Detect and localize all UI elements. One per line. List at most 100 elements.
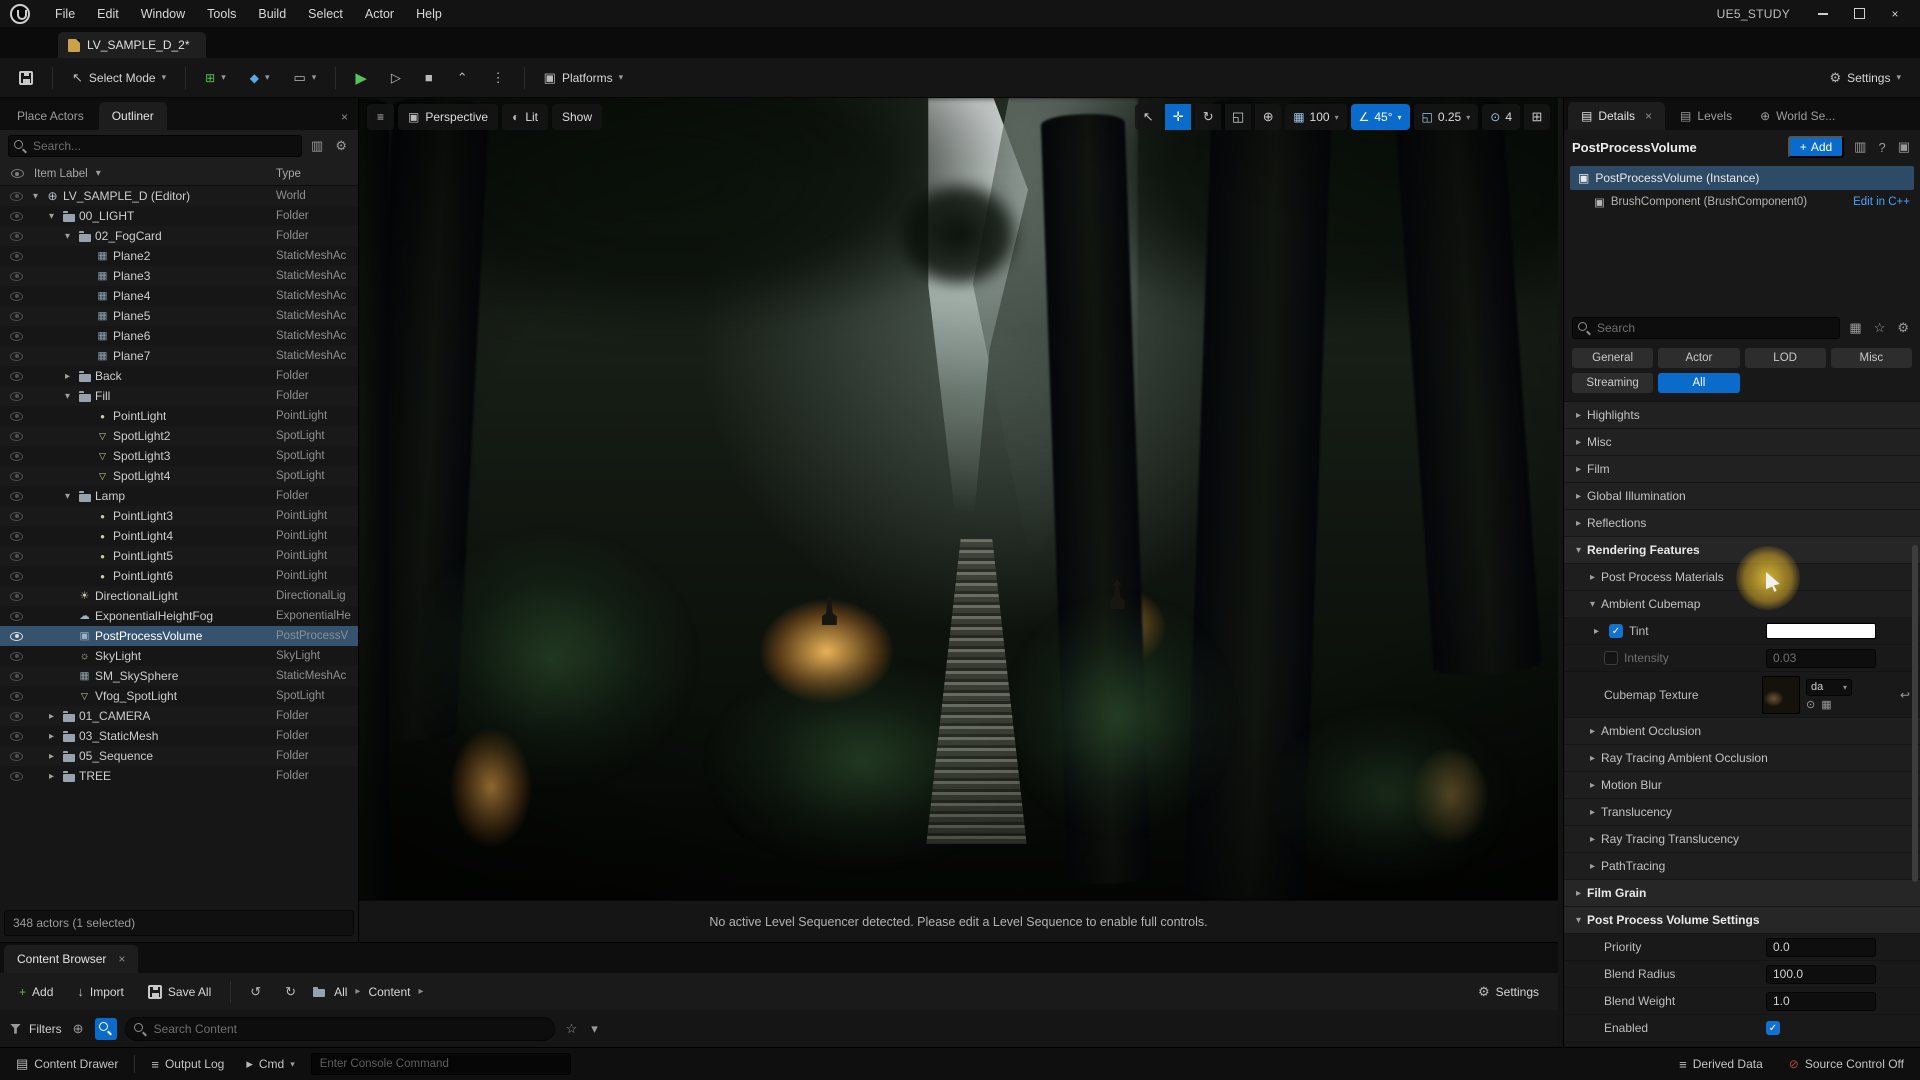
- outliner-settings-gear-icon[interactable]: ⚙: [332, 138, 350, 154]
- menu-item[interactable]: Actor: [354, 0, 405, 28]
- viewport-3d-scene[interactable]: ≡ ▣ Perspective ◐ Lit Show ↖ ✛: [359, 98, 1558, 900]
- expander-icon[interactable]: [1586, 834, 1599, 845]
- details-section-header[interactable]: Highlights: [1564, 402, 1920, 429]
- filters-label[interactable]: Filters: [29, 1022, 62, 1036]
- use-selected-asset-icon[interactable]: ⊙: [1806, 698, 1815, 711]
- visibility-eye-icon[interactable]: [10, 672, 23, 681]
- content-drawer-button[interactable]: ▤ Content Drawer: [10, 1052, 124, 1076]
- visibility-eye-icon[interactable]: [10, 372, 23, 381]
- play-button[interactable]: ▶: [346, 64, 376, 92]
- tint-color-swatch[interactable]: [1766, 623, 1876, 639]
- visibility-eye-icon[interactable]: [10, 312, 23, 321]
- outliner-filter-icon[interactable]: ▥: [308, 138, 326, 154]
- expander-icon[interactable]: [1586, 861, 1599, 872]
- expander-icon[interactable]: [61, 371, 74, 382]
- outliner-row[interactable]: 02_FogCard Folder: [0, 226, 358, 246]
- outliner-row[interactable]: DirectionalLight DirectionalLig: [0, 586, 358, 606]
- expander-icon[interactable]: [1572, 491, 1585, 502]
- outliner-row[interactable]: PointLight4 PointLight: [0, 526, 358, 546]
- visibility-eye-icon[interactable]: [10, 572, 23, 581]
- menu-item[interactable]: Help: [405, 0, 453, 28]
- outliner-row[interactable]: PostProcessVolume PostProcessV: [0, 626, 358, 646]
- menu-item[interactable]: Tools: [196, 0, 247, 28]
- expander-icon[interactable]: [61, 491, 74, 502]
- visibility-eye-icon[interactable]: [10, 532, 23, 541]
- reset-property-icon[interactable]: ↩: [1900, 688, 1912, 702]
- unreal-logo-icon[interactable]: [10, 4, 30, 24]
- settings-dropdown[interactable]: ⚙ Settings ▾: [1820, 64, 1910, 92]
- outliner-row[interactable]: SM_SkySphere StaticMeshAc: [0, 666, 358, 686]
- filters-funnel-icon[interactable]: [10, 1024, 21, 1034]
- details-section-header[interactable]: Ray Tracing Ambient Occlusion: [1564, 745, 1920, 772]
- output-log-button[interactable]: ≡ Output Log: [145, 1052, 230, 1076]
- expander-icon[interactable]: [61, 391, 74, 402]
- cb-import-button[interactable]: ↓ Import: [68, 978, 133, 1006]
- view-options-filter-icon[interactable]: ▾: [588, 1021, 601, 1037]
- outliner-row[interactable]: Back Folder: [0, 366, 358, 386]
- visibility-eye-icon[interactable]: [10, 512, 23, 521]
- details-section-header[interactable]: Motion Blur: [1564, 772, 1920, 799]
- visibility-eye-icon[interactable]: [10, 452, 23, 461]
- visibility-eye-icon[interactable]: [10, 732, 23, 741]
- outliner-row[interactable]: Plane6 StaticMeshAc: [0, 326, 358, 346]
- derived-data-button[interactable]: ≡ Derived Data: [1673, 1052, 1769, 1076]
- visibility-eye-icon[interactable]: [10, 492, 23, 501]
- outliner-row[interactable]: SpotLight3 SpotLight: [0, 446, 358, 466]
- lit-mode-dropdown[interactable]: ◐ Lit: [502, 104, 548, 130]
- outliner-row[interactable]: LV_SAMPLE_D (Editor) World: [0, 186, 358, 206]
- outliner-row[interactable]: PointLight6 PointLight: [0, 566, 358, 586]
- component-tree-root[interactable]: ▣ PostProcessVolume (Instance): [1570, 166, 1914, 190]
- outliner-row[interactable]: 05_Sequence Folder: [0, 746, 358, 766]
- world-local-toggle-button[interactable]: ⊕: [1255, 104, 1281, 130]
- details-section-header[interactable]: Reflections: [1564, 510, 1920, 537]
- rotation-snap-control[interactable]: ∠ 45° ▾: [1351, 104, 1410, 130]
- maximize-viewport-button[interactable]: ⊞: [1524, 104, 1550, 130]
- outliner-row[interactable]: Plane2 StaticMeshAc: [0, 246, 358, 266]
- expander-icon[interactable]: [45, 211, 58, 222]
- visibility-eye-icon[interactable]: [10, 472, 23, 481]
- expander-icon[interactable]: [1586, 807, 1599, 818]
- tab-place-actors[interactable]: Place Actors: [4, 102, 97, 130]
- lock-icon[interactable]: ▣: [1896, 139, 1912, 155]
- cb-back-button[interactable]: ↺: [241, 978, 270, 1006]
- browse-to-asset-icon[interactable]: ▦: [1821, 698, 1831, 711]
- outliner-row[interactable]: PointLight3 PointLight: [0, 506, 358, 526]
- expander-icon[interactable]: [1572, 437, 1585, 448]
- add-content-dropdown[interactable]: ⊞ ▾: [196, 64, 235, 92]
- close-tab-icon[interactable]: ×: [118, 952, 125, 966]
- expander-icon[interactable]: [61, 231, 74, 242]
- expander-icon[interactable]: [45, 771, 58, 782]
- outliner-row[interactable]: SpotLight4 SpotLight: [0, 466, 358, 486]
- expander-icon[interactable]: [1572, 518, 1585, 529]
- expander-icon[interactable]: [1586, 572, 1599, 583]
- eject-button[interactable]: ⌃: [448, 64, 477, 92]
- expander-icon[interactable]: [1586, 726, 1599, 737]
- expander-icon[interactable]: [45, 751, 58, 762]
- outliner-row[interactable]: 03_StaticMesh Folder: [0, 726, 358, 746]
- outliner-row[interactable]: 00_LIGHT Folder: [0, 206, 358, 226]
- save-button[interactable]: [10, 64, 42, 92]
- outliner-row[interactable]: TREE Folder: [0, 766, 358, 786]
- visibility-eye-icon[interactable]: [10, 412, 23, 421]
- visibility-eye-icon[interactable]: [10, 332, 23, 341]
- expander-icon[interactable]: [45, 711, 58, 722]
- menu-item[interactable]: Edit: [86, 0, 130, 28]
- intensity-input[interactable]: 0.03: [1766, 649, 1876, 668]
- tab-levels[interactable]: ▤ Levels: [1667, 102, 1745, 130]
- intensity-checkbox[interactable]: [1604, 651, 1618, 665]
- details-section-header[interactable]: Post Process Volume Settings: [1564, 907, 1920, 934]
- sort-asc-icon[interactable]: [92, 168, 105, 179]
- visibility-column-icon[interactable]: [11, 169, 24, 178]
- visibility-eye-icon[interactable]: [10, 212, 23, 221]
- visibility-eye-icon[interactable]: [10, 292, 23, 301]
- menu-item[interactable]: File: [44, 0, 86, 28]
- tab-content-browser[interactable]: Content Browser ×: [4, 945, 138, 973]
- visibility-eye-icon[interactable]: [10, 752, 23, 761]
- details-display-icon[interactable]: ▦: [1846, 320, 1864, 336]
- outliner-search-input[interactable]: [8, 135, 302, 157]
- grid-snap-control[interactable]: ▦ 100 ▾: [1285, 104, 1346, 130]
- visibility-eye-icon[interactable]: [10, 652, 23, 661]
- details-section-header[interactable]: Global Illumination: [1564, 483, 1920, 510]
- cb-settings-button[interactable]: ⚙ Settings: [1469, 978, 1548, 1006]
- filter-chip[interactable]: Misc: [1831, 348, 1912, 368]
